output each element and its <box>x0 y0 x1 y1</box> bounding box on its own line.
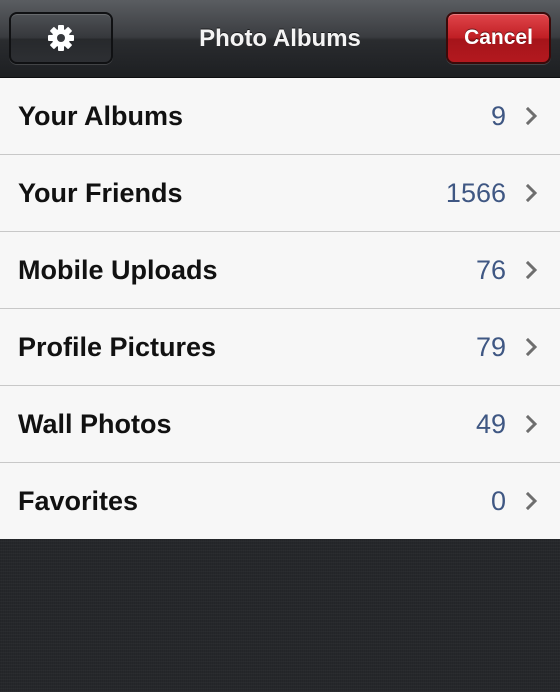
album-row-profile-pictures[interactable]: Profile Pictures 79 <box>0 309 560 386</box>
navigation-bar: Photo Albums Cancel <box>0 0 560 78</box>
album-label: Wall Photos <box>18 409 172 439</box>
album-row-your-friends[interactable]: Your Friends 1566 <box>0 155 560 232</box>
chevron-right-icon <box>526 492 538 510</box>
album-label: Your Albums <box>18 101 184 131</box>
album-list: Your Albums 9 Your Friends 1566 Mobile U… <box>0 78 560 540</box>
album-count: 49 <box>475 409 506 439</box>
album-row-your-albums[interactable]: Your Albums 9 <box>0 78 560 155</box>
page-title: Photo Albums <box>199 25 361 52</box>
gear-icon <box>48 25 74 51</box>
album-row-mobile-uploads[interactable]: Mobile Uploads 76 <box>0 232 560 309</box>
chevron-right-icon <box>526 261 538 279</box>
album-row-favorites[interactable]: Favorites 0 <box>0 463 560 540</box>
album-count: 76 <box>475 255 506 285</box>
album-label: Mobile Uploads <box>18 255 218 285</box>
album-count: 9 <box>490 101 506 131</box>
album-label: Your Friends <box>18 178 183 208</box>
album-count: 1566 <box>445 178 506 208</box>
chevron-right-icon <box>526 415 538 433</box>
album-label: Favorites <box>18 486 139 516</box>
album-label: Profile Pictures <box>18 332 217 362</box>
chevron-right-icon <box>526 107 538 125</box>
album-count: 0 <box>490 486 506 516</box>
chevron-right-icon <box>526 338 538 356</box>
empty-background <box>0 539 560 692</box>
album-row-wall-photos[interactable]: Wall Photos 49 <box>0 386 560 463</box>
album-count: 79 <box>475 332 506 362</box>
settings-button[interactable] <box>9 12 113 64</box>
cancel-button[interactable]: Cancel <box>446 12 551 64</box>
chevron-right-icon <box>526 184 538 202</box>
